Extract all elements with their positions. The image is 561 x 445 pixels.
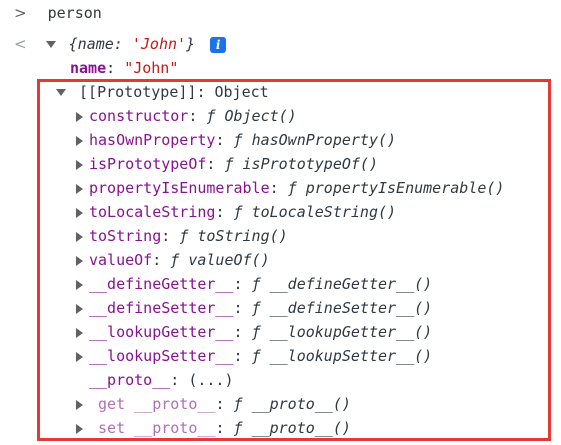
property-value: __proto__() [251,395,351,413]
property-key: toString [89,227,162,245]
prototype-label: [[Prototype]] [79,83,197,101]
function-icon: ƒ [251,299,261,317]
expand-triangle-icon[interactable] [76,111,83,122]
result-chevron-icon: < [14,35,27,53]
function-icon: ƒ [170,251,180,269]
expand-triangle-icon[interactable] [76,255,83,266]
function-icon: ƒ [233,419,243,437]
function-icon: ƒ [251,323,261,341]
property-value: __defineGetter__() [269,275,433,293]
prototype-member-row[interactable]: propertyIsEnumerable: ƒ propertyIsEnumer… [76,176,504,200]
expand-triangle-icon[interactable] [56,89,66,96]
property-value: Object() [224,107,297,125]
property-value: isPrototypeOf() [242,155,378,173]
prototype-member-row[interactable]: isPrototypeOf: ƒ isPrototypeOf() [76,152,378,176]
lazy-value[interactable]: (...) [188,371,233,389]
prototype-row[interactable]: [[Prototype]]: Object [56,80,269,104]
property-key: __proto__ [134,419,216,437]
property-key: toLocaleString [89,203,216,221]
expand-triangle-icon[interactable] [45,41,56,48]
function-icon: ƒ [251,347,261,365]
property-value: __defineSetter__() [269,299,433,317]
prototype-member-row[interactable]: constructor: ƒ Object() [76,104,297,128]
expand-triangle-icon[interactable] [76,159,83,170]
prototype-type: Object [214,83,269,101]
property-key: name [70,59,107,77]
function-icon: ƒ [206,107,216,125]
info-icon[interactable]: i [210,36,227,53]
property-key: isPrototypeOf [89,155,207,173]
function-icon: ƒ [251,275,261,293]
prototype-member-row[interactable]: __defineSetter__: ƒ __defineSetter__() [76,296,432,320]
property-key: propertyIsEnumerable [89,179,270,197]
set-proto-row[interactable]: set __proto__: ƒ __proto__() [76,416,351,440]
function-icon: ƒ [233,203,243,221]
console-result-line[interactable]: < {name: 'John'} i [14,32,227,56]
name-property-row: name: "John" [70,59,179,77]
expand-triangle-icon[interactable] [76,231,83,242]
input-chevron-icon: > [14,4,27,22]
console-input-line: > person [14,1,102,25]
prototype-member-row[interactable]: __lookupSetter__: ƒ __lookupSetter__() [76,344,432,368]
property-key: __proto__ [89,371,171,389]
object-summary: {name: 'John'} [68,35,196,53]
property-value: __proto__() [251,419,351,437]
get-proto-row[interactable]: get __proto__: ƒ __proto__() [76,392,351,416]
property-key: __lookupGetter__ [89,323,234,341]
expand-triangle-icon[interactable] [76,279,83,290]
expand-triangle-icon[interactable] [76,327,83,338]
function-icon: ƒ [287,179,297,197]
proto-property-row[interactable]: __proto__: (...) [89,368,234,392]
prototype-member-row[interactable]: hasOwnProperty: ƒ hasOwnProperty() [76,128,396,152]
prototype-member-row[interactable]: toLocaleString: ƒ toLocaleString() [76,200,396,224]
property-key: __proto__ [134,395,216,413]
function-icon: ƒ [233,131,243,149]
property-key: __defineGetter__ [89,275,234,293]
property-value: "John" [124,59,179,77]
function-icon: ƒ [224,155,234,173]
property-value: valueOf() [188,251,270,269]
function-icon: ƒ [233,395,243,413]
prototype-member-row[interactable]: valueOf: ƒ valueOf() [76,248,270,272]
property-key: valueOf [89,251,153,269]
prototype-member-row[interactable]: toString: ƒ toString() [76,224,288,248]
property-value: hasOwnProperty() [251,131,397,149]
expand-triangle-icon[interactable] [76,207,83,218]
property-key: __defineSetter__ [89,299,234,317]
property-value: propertyIsEnumerable() [305,179,505,197]
prototype-member-row[interactable]: __lookupGetter__: ƒ __lookupGetter__() [76,320,432,344]
property-value: toLocaleString() [251,203,397,221]
expand-triangle-icon[interactable] [76,351,83,362]
expand-triangle-icon[interactable] [76,183,83,194]
function-icon: ƒ [179,227,189,245]
expand-triangle-icon[interactable] [76,303,83,314]
expand-triangle-icon[interactable] [76,135,83,146]
input-text: person [47,4,102,22]
expand-triangle-icon[interactable] [76,423,83,434]
property-value: __lookupSetter__() [269,347,433,365]
expand-triangle-icon[interactable] [76,399,83,410]
property-value: toString() [197,227,288,245]
property-value: __lookupGetter__() [269,323,433,341]
property-key: constructor [89,107,189,125]
prototype-member-row[interactable]: __defineGetter__: ƒ __defineGetter__() [76,272,432,296]
property-key: __lookupSetter__ [89,347,234,365]
property-key: hasOwnProperty [89,131,216,149]
